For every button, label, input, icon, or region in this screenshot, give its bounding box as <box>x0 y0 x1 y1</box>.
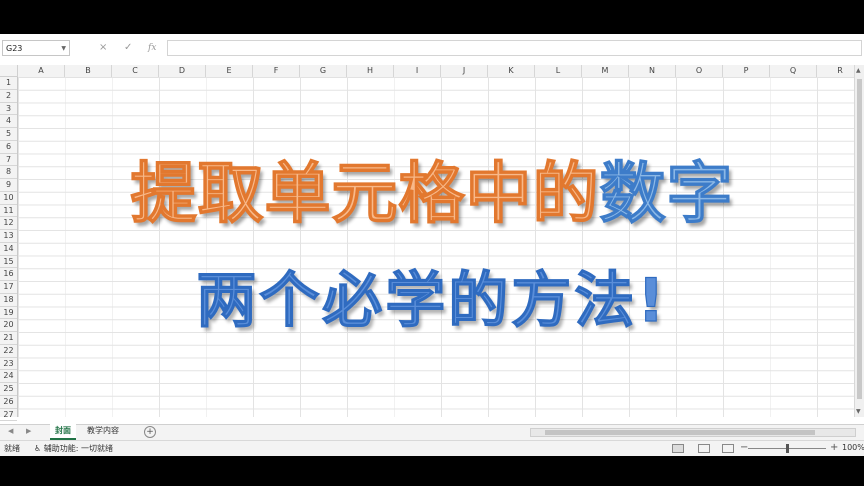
column-header[interactable]: G <box>300 65 347 77</box>
page-break-view-icon[interactable] <box>722 444 734 453</box>
accessibility-status[interactable]: ♿ 辅助功能: 一切就绪 <box>34 443 113 454</box>
headline-subtitle-text: 两个必学的方法! <box>196 265 668 336</box>
zoom-slider-thumb[interactable] <box>786 444 789 453</box>
cancel-icon[interactable]: × <box>99 41 107 55</box>
column-header[interactable]: C <box>112 65 159 77</box>
column-header[interactable]: H <box>347 65 394 77</box>
column-header[interactable]: D <box>159 65 206 77</box>
status-bar: 就绪 ♿ 辅助功能: 一切就绪 − + 100% <box>0 440 864 456</box>
zoom-in-icon[interactable]: + <box>830 442 838 453</box>
select-all-corner[interactable] <box>0 65 18 77</box>
sheet-tab-bar: ◀ ▶ 封面 教学内容 + <box>0 424 864 440</box>
row-headers: 1 2 3 4 5 6 7 8 9 10 11 12 13 14 15 16 17 18 19 20 21 22 23 24 2… <box>0 77 18 422</box>
row-header[interactable]: 25 <box>0 383 17 396</box>
column-header[interactable]: B <box>65 65 112 77</box>
column-header[interactable]: P <box>723 65 770 77</box>
status-ready: 就绪 <box>4 444 20 453</box>
chevron-down-icon[interactable]: ▼ <box>61 41 66 57</box>
page-layout-view-icon[interactable] <box>698 444 710 453</box>
headline-line-1: 提取单元格中的数字 <box>0 140 864 236</box>
row-header[interactable]: 24 <box>0 370 17 383</box>
column-header[interactable]: A <box>18 65 65 77</box>
headline-orange-text: 提取单元格中的 <box>130 154 600 232</box>
row-header[interactable]: 1 <box>0 77 17 90</box>
cell-grid[interactable] <box>18 77 854 417</box>
normal-view-icon[interactable] <box>672 444 684 453</box>
sheet-tab-cover[interactable]: 封面 <box>50 424 76 440</box>
horizontal-scroll-thumb[interactable] <box>545 430 815 435</box>
accessibility-text: 辅助功能: 一切就绪 <box>43 444 113 453</box>
name-box[interactable]: G23 ▼ <box>2 40 70 56</box>
row-header[interactable]: 5 <box>0 128 17 141</box>
zoom-level[interactable]: 100% <box>842 443 864 452</box>
next-sheet-icon[interactable]: ▶ <box>26 427 31 435</box>
insert-function-icon[interactable]: fx <box>148 41 156 55</box>
sheet-tab-content[interactable]: 教学内容 <box>82 424 124 438</box>
scroll-up-icon[interactable]: ▲ <box>856 67 861 74</box>
row-header[interactable]: 2 <box>0 90 17 103</box>
spreadsheet-window: G23 ▼ × ✓ fx ABCDEFGHIJKLMNOPQR 12345678… <box>0 34 864 456</box>
column-header[interactable]: F <box>253 65 300 77</box>
row-header[interactable]: 27 <box>0 409 17 422</box>
scroll-down-icon[interactable]: ▼ <box>856 408 861 415</box>
enter-icon[interactable]: ✓ <box>124 41 132 55</box>
column-header[interactable]: M <box>582 65 629 77</box>
column-header[interactable]: I <box>394 65 441 77</box>
formula-input[interactable] <box>167 40 862 56</box>
row-header[interactable]: 3 <box>0 103 17 116</box>
column-header[interactable]: O <box>676 65 723 77</box>
column-header[interactable]: K <box>488 65 535 77</box>
column-header[interactable]: N <box>629 65 676 77</box>
row-header[interactable]: 4 <box>0 115 17 128</box>
horizontal-scrollbar[interactable] <box>530 428 856 437</box>
vertical-scrollbar[interactable]: ▲ ▼ <box>854 65 864 417</box>
column-header[interactable]: Q <box>770 65 817 77</box>
add-sheet-icon[interactable]: + <box>144 426 156 438</box>
row-header[interactable]: 22 <box>0 345 17 358</box>
headline-blue-text: 数字 <box>599 154 734 232</box>
row-header[interactable]: 26 <box>0 396 17 409</box>
prev-sheet-icon[interactable]: ◀ <box>8 427 13 435</box>
formula-bar: G23 ▼ × ✓ fx <box>0 38 864 58</box>
column-header[interactable]: L <box>535 65 582 77</box>
name-box-value: G23 <box>6 44 23 53</box>
row-header[interactable]: 23 <box>0 358 17 371</box>
column-header[interactable]: J <box>441 65 488 77</box>
vertical-scroll-thumb[interactable] <box>857 79 862 399</box>
column-header[interactable]: E <box>206 65 253 77</box>
headline-line-2: 两个必学的方法! <box>0 252 864 339</box>
